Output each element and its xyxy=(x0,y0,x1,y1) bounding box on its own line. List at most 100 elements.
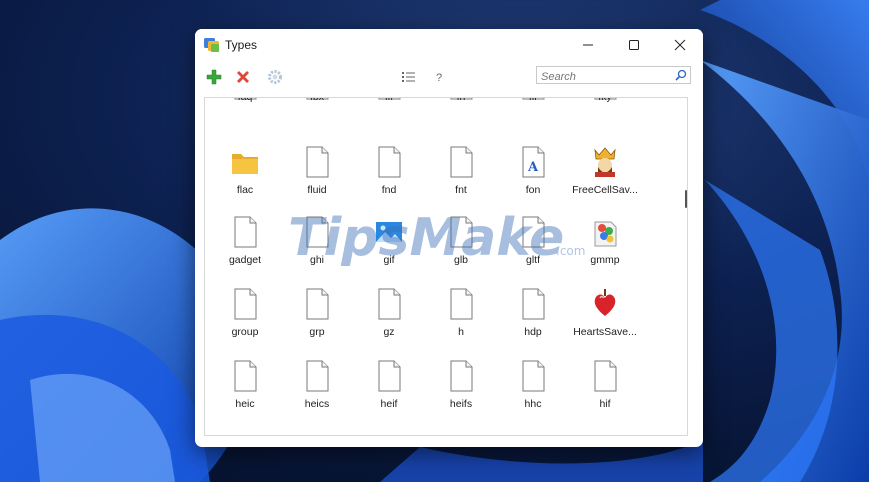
file-type-label: FreeCellSav... xyxy=(572,184,638,196)
file-type-item[interactable]: fbx xyxy=(281,98,353,140)
file-type-label: fif xyxy=(528,97,538,103)
search-icon[interactable] xyxy=(675,69,687,81)
file-type-label: fon xyxy=(525,184,541,196)
file-type-label: faq xyxy=(237,97,253,103)
file-type-item[interactable]: fnd xyxy=(353,146,425,208)
blank-file-icon xyxy=(447,360,475,392)
file-type-item[interactable]: group xyxy=(209,288,281,350)
file-type-label: ghi xyxy=(309,254,324,266)
blank-file-icon xyxy=(447,216,475,248)
file-types-list[interactable]: faq fbx fff fh fif fky flac fluid fnd fnt Afon Free… xyxy=(204,97,688,436)
hearts-icon xyxy=(591,288,619,320)
file-type-label: gltf xyxy=(525,254,540,266)
scrollbar-thumb[interactable] xyxy=(685,190,687,208)
file-type-item[interactable]: gltf xyxy=(497,216,569,278)
search-input[interactable] xyxy=(537,69,671,85)
blank-file-icon xyxy=(375,146,403,178)
blank-file-icon xyxy=(231,360,259,392)
list-view-icon xyxy=(402,72,415,82)
file-type-label: hdp xyxy=(524,326,542,338)
blank-file-icon xyxy=(375,288,403,320)
file-type-label: glb xyxy=(453,254,468,266)
file-type-item[interactable]: gif xyxy=(353,216,425,278)
delete-button[interactable] xyxy=(235,69,251,85)
vertical-scrollbar[interactable] xyxy=(683,98,687,435)
file-type-item[interactable]: gadget xyxy=(209,216,281,278)
properties-button[interactable] xyxy=(267,69,283,85)
file-type-item[interactable]: gz xyxy=(353,288,425,350)
file-type-label: fnt xyxy=(455,184,467,196)
file-type-item[interactable]: gmmp xyxy=(569,216,641,278)
file-type-item[interactable]: glb xyxy=(425,216,497,278)
file-type-label: hhc xyxy=(524,398,542,410)
blank-file-icon xyxy=(375,360,403,392)
blank-file-icon xyxy=(519,216,547,248)
file-type-item[interactable]: flac xyxy=(209,146,281,208)
blank-file-icon xyxy=(231,216,259,248)
folder-icon xyxy=(231,146,259,178)
blank-file-icon xyxy=(303,146,331,178)
blank-file-icon xyxy=(231,288,259,320)
svg-text:A: A xyxy=(527,160,539,175)
file-type-item[interactable]: fluid xyxy=(281,146,353,208)
file-type-item[interactable]: heifs xyxy=(425,360,497,422)
file-type-item[interactable]: fff xyxy=(353,97,425,140)
file-type-item[interactable]: ghi xyxy=(281,216,353,278)
title-bar[interactable]: Types xyxy=(195,29,703,61)
window-title: Types xyxy=(225,38,258,52)
types-window: Types ? Search faq fbx fff fh fif fky fl… xyxy=(195,29,703,447)
file-type-label: fff xyxy=(384,97,394,103)
file-type-item[interactable]: Afon xyxy=(497,146,569,208)
blank-file-icon xyxy=(591,360,619,392)
file-type-label: hif xyxy=(599,398,611,410)
file-type-item[interactable]: h xyxy=(425,288,497,350)
file-type-item[interactable]: hif xyxy=(569,360,641,422)
file-type-label: flac xyxy=(236,184,254,196)
file-type-label: gmmp xyxy=(590,254,620,266)
help-button[interactable]: ? xyxy=(431,70,447,86)
image-file-icon xyxy=(375,216,403,248)
file-type-label: heif xyxy=(380,398,398,410)
add-button[interactable] xyxy=(206,69,222,85)
close-button[interactable] xyxy=(657,29,703,61)
file-type-label: fh xyxy=(456,97,466,103)
file-type-label: fluid xyxy=(307,184,327,196)
file-type-item[interactable]: heics xyxy=(281,360,353,422)
file-type-label: heics xyxy=(304,398,330,410)
minimize-icon xyxy=(583,44,593,46)
file-type-label: gadget xyxy=(228,254,262,266)
maximize-button[interactable] xyxy=(611,29,657,61)
delete-icon xyxy=(237,71,249,83)
minimize-button[interactable] xyxy=(565,29,611,61)
add-icon xyxy=(206,69,222,85)
file-type-item[interactable]: grp xyxy=(281,288,353,350)
file-type-label: grp xyxy=(309,326,325,338)
font-file-icon: A xyxy=(519,146,547,178)
file-type-item[interactable]: fnt xyxy=(425,146,497,208)
file-type-label: fnd xyxy=(381,184,397,196)
gear-icon xyxy=(268,70,282,84)
file-type-item[interactable]: fky xyxy=(569,97,641,140)
file-type-item[interactable]: HeartsSave... xyxy=(569,288,641,350)
blank-file-icon xyxy=(519,360,547,392)
blank-file-icon xyxy=(447,288,475,320)
search-box[interactable] xyxy=(536,66,691,85)
blank-file-icon xyxy=(447,146,475,178)
file-type-label: gif xyxy=(383,254,395,266)
file-type-item[interactable]: hdp xyxy=(497,288,569,350)
media-player-icon xyxy=(591,216,619,248)
file-type-item[interactable]: faq xyxy=(209,97,281,140)
file-type-item[interactable]: heic xyxy=(209,360,281,422)
freecell-king-icon xyxy=(591,146,619,178)
file-type-label: fky xyxy=(598,97,612,103)
file-type-item[interactable]: FreeCellSav... xyxy=(569,146,641,208)
file-type-label: gz xyxy=(383,326,395,338)
file-type-item[interactable]: fif xyxy=(497,97,569,140)
file-type-label: heifs xyxy=(449,398,473,410)
view-mode-button[interactable] xyxy=(401,69,417,85)
file-type-item[interactable]: fh xyxy=(425,97,497,140)
maximize-icon xyxy=(629,40,639,50)
blank-file-icon xyxy=(303,360,331,392)
file-type-item[interactable]: hhc xyxy=(497,360,569,422)
file-type-item[interactable]: heif xyxy=(353,360,425,422)
